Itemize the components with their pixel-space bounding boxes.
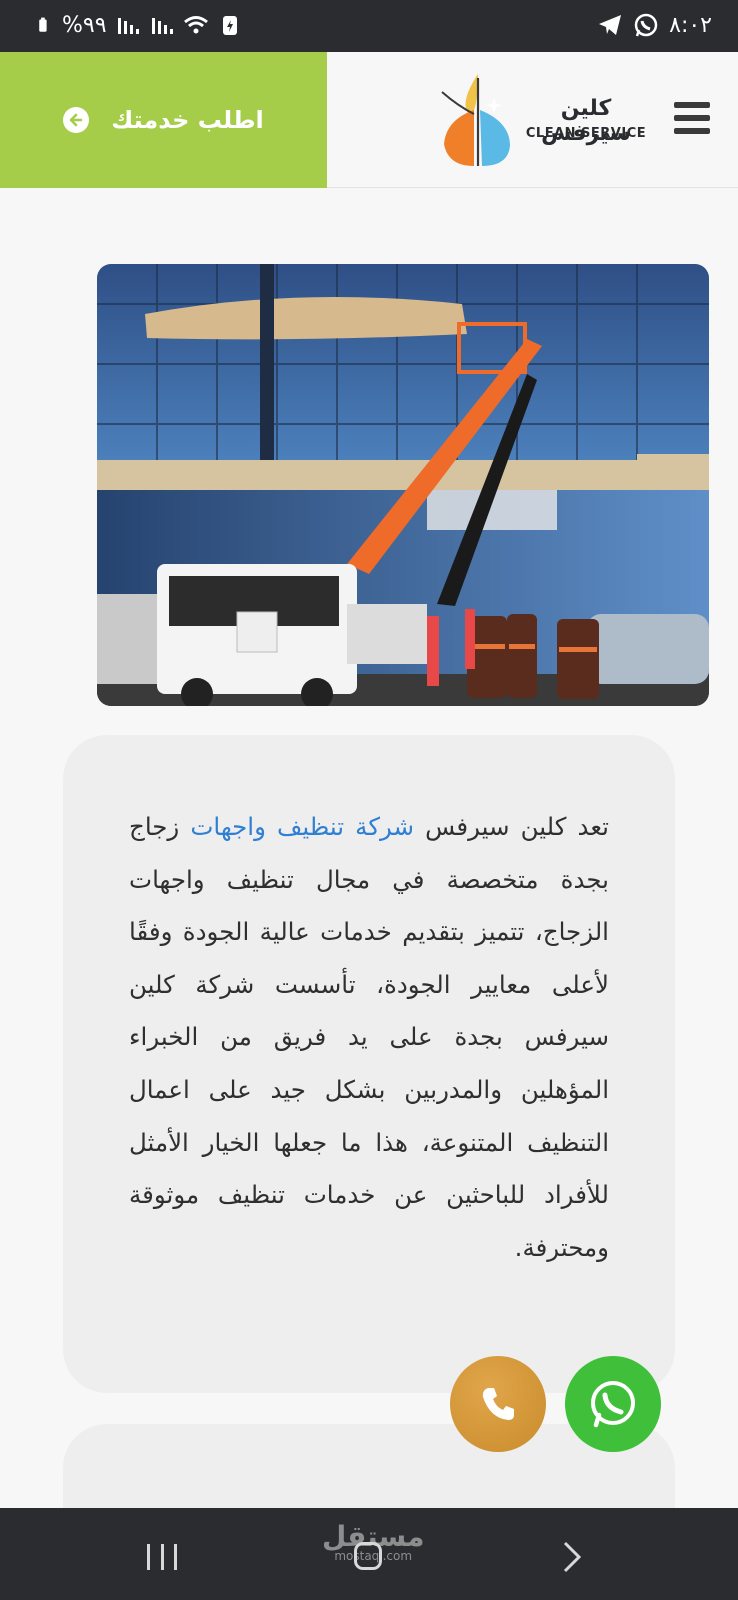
system-nav-bar: مستقل mostaql.com bbox=[0, 1508, 738, 1600]
intro-text-start: تعد كلين سيرفس bbox=[414, 812, 609, 841]
call-button[interactable] bbox=[450, 1356, 546, 1452]
whatsapp-icon bbox=[634, 13, 658, 37]
whatsapp-icon bbox=[591, 1381, 635, 1428]
request-service-button[interactable]: اطلب خدمتك bbox=[0, 52, 327, 188]
signal-icon bbox=[117, 18, 139, 34]
battery-icon bbox=[39, 17, 47, 32]
battery-saver-icon bbox=[222, 16, 237, 35]
status-bar-left: %٩٩ bbox=[38, 12, 243, 38]
wifi-icon bbox=[183, 16, 208, 34]
intro-paragraph: تعد كلين سيرفس شركة تنظيف واجهات زجاج بج… bbox=[129, 801, 609, 1274]
battery-percent: %٩٩ bbox=[62, 12, 107, 38]
status-bar-right: ٨:٠٢ bbox=[597, 12, 712, 38]
whatsapp-button[interactable] bbox=[565, 1356, 661, 1452]
hamburger-menu-icon[interactable] bbox=[674, 102, 710, 134]
hero-image bbox=[97, 264, 709, 706]
phone-icon bbox=[482, 1388, 514, 1420]
signal-icon bbox=[151, 18, 173, 34]
building-glass-cleaning-photo bbox=[97, 264, 709, 706]
intro-text-rest: زجاج بجدة متخصصة في مجال تنظيف واجهات ال… bbox=[129, 812, 609, 1262]
logo-text-english: CLEAN SERVICE bbox=[525, 126, 647, 141]
recent-apps-icon[interactable] bbox=[147, 1544, 177, 1570]
telegram-icon bbox=[599, 15, 622, 35]
intro-card: تعد كلين سيرفس شركة تنظيف واجهات زجاج بج… bbox=[63, 735, 675, 1393]
site-header: اطلب خدمتك كلين سيرفس CLEAN SERVICE bbox=[0, 52, 738, 188]
leaf-drop-logo-icon bbox=[441, 74, 510, 166]
arrow-left-icon bbox=[63, 107, 90, 133]
request-service-label: اطلب خدمتك bbox=[111, 106, 264, 134]
clock: ٨:٠٢ bbox=[669, 12, 712, 38]
site-logo[interactable]: كلين سيرفس CLEAN SERVICE bbox=[438, 70, 648, 170]
status-bar: %٩٩ ٨:٠٢ bbox=[0, 0, 738, 52]
home-icon[interactable] bbox=[354, 1542, 382, 1570]
chevron-right-icon[interactable] bbox=[560, 1540, 584, 1574]
facade-cleaning-link[interactable]: شركة تنظيف واجهات bbox=[190, 812, 414, 841]
